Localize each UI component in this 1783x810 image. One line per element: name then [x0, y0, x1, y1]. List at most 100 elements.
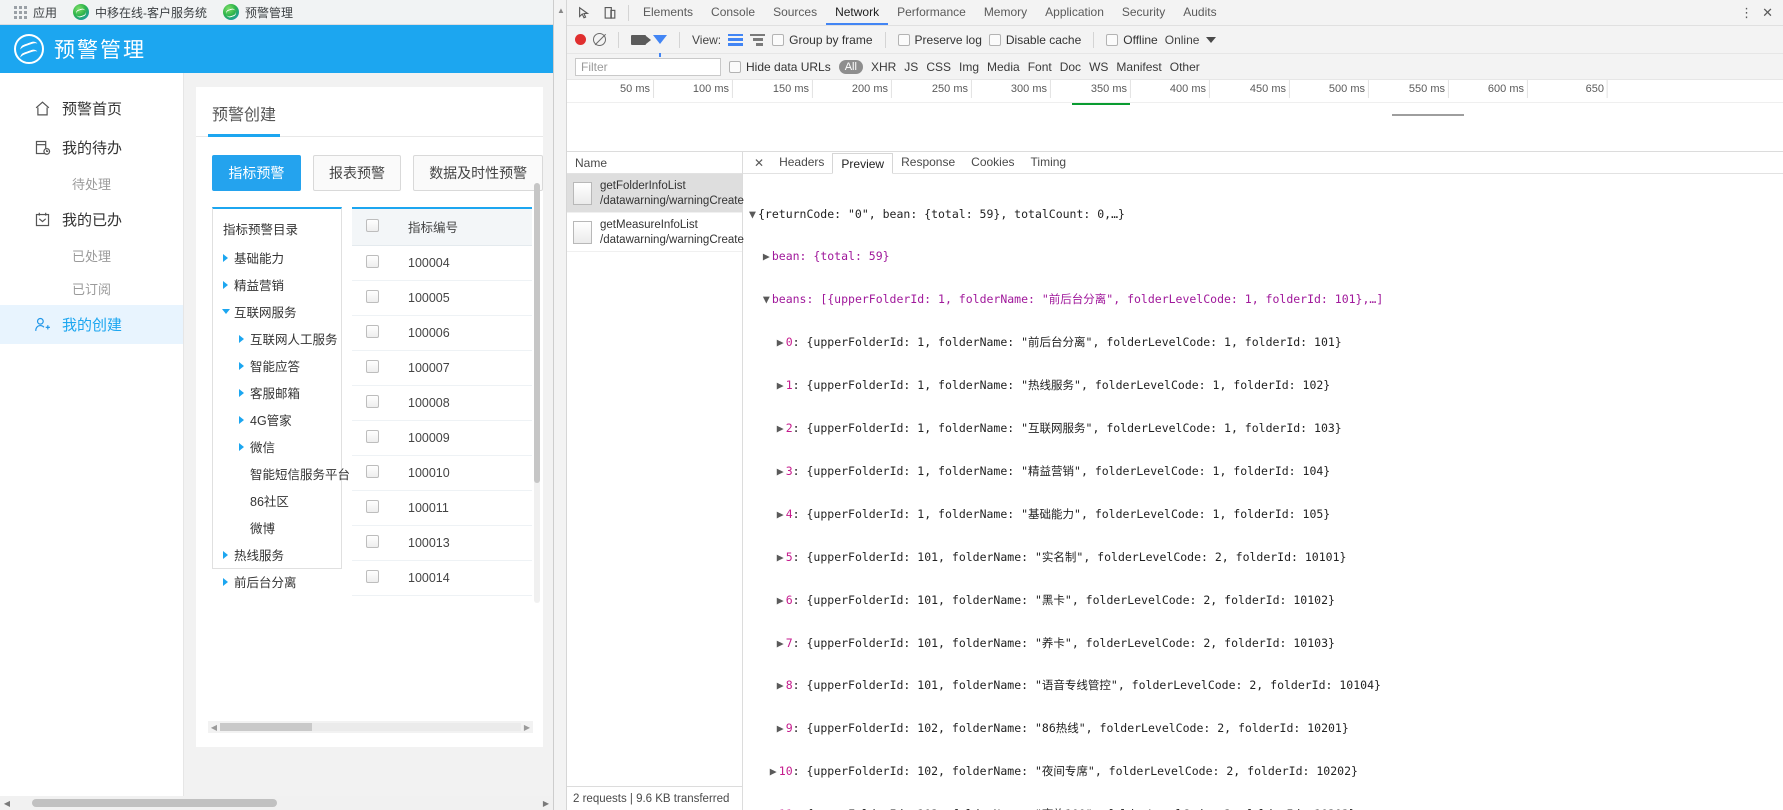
detail-tab-response[interactable]: Response [893, 152, 963, 173]
preserve-log-checkbox[interactable] [897, 33, 910, 46]
page-scroll-left-icon[interactable]: ◀ [0, 799, 14, 808]
page-horizontal-scrollbar[interactable]: ◀ ▶ [0, 796, 553, 810]
close-detail-icon[interactable]: ✕ [747, 156, 771, 170]
segment-indicator-warning[interactable]: 指标预警 [212, 155, 301, 191]
table-horizontal-scrollbar[interactable]: ◀ ▶ [208, 721, 533, 733]
tree-node-weibo[interactable]: 微博 [221, 514, 333, 541]
device-toolbar-icon[interactable] [597, 1, 623, 25]
table-row[interactable]: 100004 [352, 245, 532, 281]
json-array-item[interactable]: ▶ 6: {upperFolderId: 101, folderName: "黑卡… [749, 593, 1783, 607]
table-row[interactable]: 100007 [352, 350, 532, 386]
expand-triangle-icon[interactable]: ▶ [777, 678, 786, 692]
record-icon[interactable] [575, 34, 586, 45]
json-preview-viewer[interactable]: ▼ {returnCode: "0", bean: {total: 59}, to… [743, 174, 1783, 810]
filter-icon[interactable] [653, 35, 667, 57]
json-array-item[interactable]: ▶ 0: {upperFolderId: 1, folderName: "前后台分… [749, 335, 1783, 349]
detail-tab-timing[interactable]: Timing [1023, 152, 1075, 173]
json-array-item[interactable]: ▶ 5: {upperFolderId: 101, folderName: "实名… [749, 550, 1783, 564]
sidebar-item-my-todo[interactable]: 我的待办 [0, 128, 183, 167]
scroll-left-icon[interactable]: ◀ [208, 723, 220, 732]
tab-application[interactable]: Application [1036, 0, 1113, 25]
bookmark-customer-service[interactable]: 中移在线-客户服务统 [65, 2, 215, 23]
tab-sources[interactable]: Sources [764, 0, 826, 25]
card-vertical-scrollbar[interactable] [534, 183, 540, 603]
expand-triangle-icon[interactable]: ▶ [777, 378, 786, 392]
network-request-row[interactable]: getMeasureInfoList /datawarning/warningC… [567, 213, 744, 252]
preserve-log-option[interactable]: Preserve log [897, 33, 982, 47]
offline-option[interactable]: Offline [1106, 33, 1158, 47]
row-checkbox[interactable] [366, 324, 379, 338]
sidebar-subitem-processed[interactable]: 已处理 [0, 239, 183, 272]
row-checkbox[interactable] [366, 569, 379, 583]
table-row[interactable]: 100011 [352, 490, 532, 526]
json-array-item[interactable]: ▶ 2: {upperFolderId: 1, folderName: "互联网服… [749, 421, 1783, 435]
sidebar-subitem-subscribed[interactable]: 已订阅 [0, 272, 183, 305]
row-checkbox[interactable] [366, 534, 379, 548]
row-checkbox[interactable] [366, 394, 379, 408]
expand-triangle-icon[interactable]: ▶ [777, 464, 786, 478]
row-checkbox[interactable] [366, 464, 379, 478]
sidebar-subitem-pending[interactable]: 待处理 [0, 167, 183, 200]
clear-icon[interactable] [593, 33, 606, 46]
row-checkbox[interactable] [366, 289, 379, 303]
filter-type-font[interactable]: Font [1028, 60, 1052, 74]
row-checkbox[interactable] [366, 254, 379, 268]
filter-all-pill[interactable]: All [838, 59, 863, 74]
tree-node-smart-sms-platform[interactable]: 智能短信服务平台 [221, 460, 350, 487]
network-request-row[interactable]: getFolderInfoList /datawarning/warningCr… [567, 174, 744, 213]
bookmark-warning-management[interactable]: 预警管理 [215, 2, 301, 23]
filter-type-js[interactable]: JS [904, 60, 918, 74]
screenshot-capture-icon[interactable] [631, 34, 651, 45]
table-row[interactable]: 100008 [352, 385, 532, 421]
json-array-item[interactable]: ▶ 10: {upperFolderId: 102, folderName: "夜… [749, 764, 1783, 778]
sidebar-item-my-created[interactable]: 我的创建 [0, 305, 183, 344]
filter-type-media[interactable]: Media [987, 60, 1020, 74]
disable-cache-option[interactable]: Disable cache [988, 33, 1081, 47]
tree-node-smart-answer[interactable]: 智能应答 [221, 352, 333, 379]
chevron-down-icon[interactable] [1206, 36, 1217, 43]
devtools-left-gutter[interactable]: ▲ [554, 0, 567, 810]
close-icon[interactable]: ✕ [1758, 5, 1777, 21]
detail-tab-cookies[interactable]: Cookies [963, 152, 1022, 173]
row-checkbox[interactable] [366, 429, 379, 443]
detail-tab-preview[interactable]: Preview [832, 152, 894, 174]
expand-triangle-icon[interactable]: ▶ [777, 593, 786, 607]
expand-triangle-icon[interactable]: ▶ [777, 636, 786, 650]
table-row[interactable]: 100013 [352, 525, 532, 561]
expand-triangle-icon[interactable]: ▶ [770, 764, 779, 778]
tree-node-hotline-service[interactable]: 热线服务 [221, 541, 333, 568]
table-row[interactable]: 100009 [352, 420, 532, 456]
expand-triangle-icon[interactable]: ▶ [777, 335, 786, 349]
filter-type-css[interactable]: CSS [926, 60, 951, 74]
network-overview-timeline[interactable]: 50 ms 100 ms 150 ms 200 ms 250 ms 300 ms… [567, 80, 1783, 152]
tab-elements[interactable]: Elements [634, 0, 702, 25]
json-array-item[interactable]: ▶ 9: {upperFolderId: 102, folderName: "86… [749, 721, 1783, 735]
select-all-checkbox[interactable] [366, 218, 379, 232]
page-scroll-right-icon[interactable]: ▶ [539, 799, 553, 808]
tree-node-service-mailbox[interactable]: 客服邮箱 [221, 379, 333, 406]
tree-node-internet-manual-service[interactable]: 互联网人工服务 [221, 325, 338, 352]
filter-type-doc[interactable]: Doc [1060, 60, 1081, 74]
disable-cache-checkbox[interactable] [988, 33, 1001, 46]
expand-triangle-icon[interactable]: ▶ [777, 421, 786, 435]
json-array-item[interactable]: ▶ 1: {upperFolderId: 1, folderName: "热线服务… [749, 378, 1783, 392]
hide-data-urls-option[interactable]: Hide data URLs [729, 60, 831, 74]
table-row[interactable]: 100014 [352, 560, 532, 596]
filter-type-other[interactable]: Other [1170, 60, 1200, 74]
tree-node-basic-capability[interactable]: 基础能力 [221, 244, 333, 271]
filter-type-manifest[interactable]: Manifest [1116, 60, 1161, 74]
table-row[interactable]: 100006 [352, 315, 532, 351]
scrollbar-thumb[interactable] [220, 723, 312, 731]
group-by-frame-option[interactable]: Group by frame [772, 33, 873, 47]
sidebar-item-my-done[interactable]: 我的已办 [0, 200, 183, 239]
json-array-item[interactable]: ▶ 4: {upperFolderId: 1, folderName: "基础能力… [749, 507, 1783, 521]
detail-tab-headers[interactable]: Headers [771, 152, 832, 173]
tree-node-86-community[interactable]: 86社区 [221, 487, 333, 514]
tree-node-wechat[interactable]: 微信 [221, 433, 333, 460]
expand-triangle-icon[interactable]: ▶ [777, 507, 786, 521]
sidebar-item-home[interactable]: 预警首页 [0, 89, 183, 128]
page-scrollbar-thumb[interactable] [32, 799, 277, 807]
row-checkbox[interactable] [366, 499, 379, 513]
segment-report-warning[interactable]: 报表预警 [312, 155, 402, 191]
json-beans-line[interactable]: ▼ beans: [{upperFolderId: 1, folderName: … [749, 292, 1783, 306]
